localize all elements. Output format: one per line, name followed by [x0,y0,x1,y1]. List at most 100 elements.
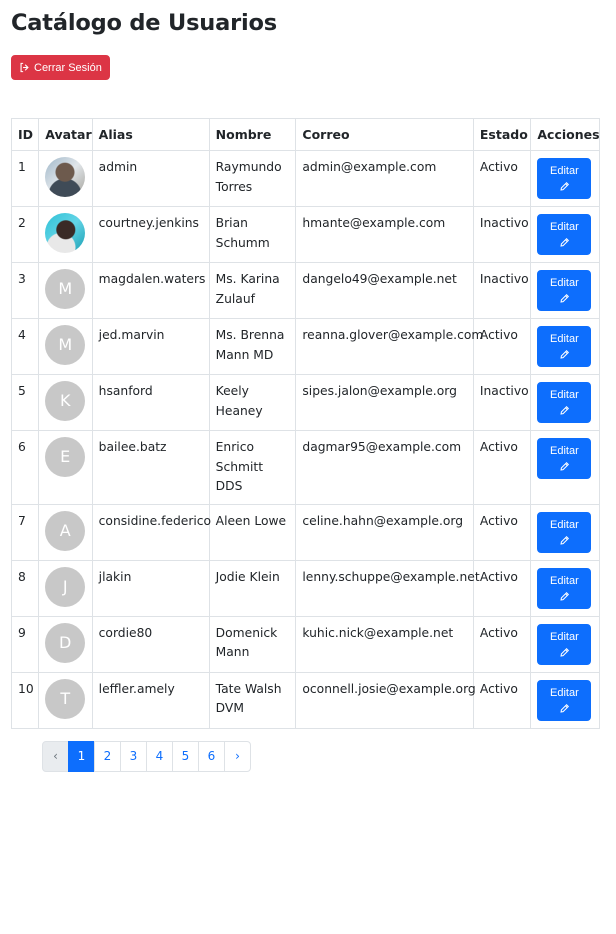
cell-id: 8 [10,559,40,617]
cell-avatar: M [38,318,93,375]
cell-email: celine.hahn@example.org [295,503,474,561]
cell-avatar: K [38,374,93,431]
sign-out-icon [20,62,29,73]
cell-status: Activo [472,615,532,673]
cell-actions: Editar [530,374,600,431]
table-row: 9 Dcordie80 Domenick Mann kuhic.nick@exampl… [10,615,600,673]
cell-name: Ms. Brenna Mann MD [208,318,297,375]
cell-email: hmante@example.com [295,206,474,263]
edit-button[interactable]: Editar [537,567,592,609]
pagination-prev[interactable]: ‹ [42,740,69,772]
avatar: E [45,437,86,477]
cell-status: Activo [472,150,532,207]
cell-avatar: A [38,503,93,561]
cell-actions: Editar [530,150,600,207]
avatar: M [45,269,86,309]
edit-button[interactable]: Editar [537,270,592,311]
cell-actions: Editar [530,559,600,617]
cell-status: Activo [472,503,532,561]
cell-actions: Editar [530,430,600,505]
cell-avatar [38,206,93,263]
cell-actions: Editar [530,318,600,375]
cell-name: Jodie Klein [208,559,297,617]
edit-button[interactable]: Editar [537,438,592,479]
edit-button-label: Editar [550,686,579,699]
pencil-icon [560,349,569,359]
cell-alias: leffler.amely [91,671,210,729]
cell-status: Activo [472,318,532,375]
cell-alias: hsanford [91,374,210,431]
cell-status: Inactivo [472,262,532,319]
edit-button-label: Editar [550,333,579,345]
table-row: 5 Khsanford Keely Heaney sipes.jalon@exampl… [10,374,600,431]
logout-button-label: Cerrar Sesión [34,61,102,74]
edit-button[interactable]: Editar [537,623,592,665]
edit-button[interactable]: Editar [537,382,592,423]
cell-avatar: T [38,671,93,729]
pagination-page-1[interactable]: 1 [68,740,95,772]
edit-button[interactable]: Editar [537,679,592,721]
table-row: 8 Jjlakin Jodie Klein lenny.schuppe@example… [10,559,600,617]
cell-alias: considine.federico [91,503,211,561]
edit-button[interactable]: Editar [537,158,592,199]
pencil-icon [560,461,569,471]
edit-button-label: Editar [550,518,579,531]
pagination-next[interactable]: › [224,740,251,772]
pagination-page-6[interactable]: 6 [198,740,225,772]
logout-button[interactable]: Cerrar Sesión [11,55,110,80]
cell-avatar: E [38,430,93,505]
cell-id: 4 [10,318,40,375]
cell-id: 5 [10,374,40,431]
edit-button-label: Editar [550,277,579,289]
cell-alias: jed.marvin [91,318,210,375]
edit-button-label: Editar [550,389,579,401]
cell-email: lenny.schuppe@example.net [295,559,480,617]
avatar: T [45,678,86,719]
cell-email: reanna.glover@example.com [295,318,483,375]
cell-status: Activo [472,430,532,505]
users-table: ID Avatar Alias Nombre Correo Estado Acc… [10,118,600,729]
avatar: J [45,566,86,607]
cell-id: 2 [10,206,40,263]
cell-avatar [38,150,93,207]
edit-button-label: Editar [550,630,579,643]
header-status: Estado [472,118,532,151]
pencil-icon [560,237,569,247]
cell-status: Inactivo [472,374,532,431]
cell-actions: Editar [530,206,600,263]
cell-avatar: J [38,559,93,617]
table-header-row: ID Avatar Alias Nombre Correo Estado Acc… [10,118,600,151]
cell-avatar: D [38,615,93,673]
cell-id: 3 [10,262,40,319]
pencil-icon [560,535,569,545]
edit-button[interactable]: Editar [537,511,592,553]
pagination-page-4[interactable]: 4 [146,740,173,772]
cell-name: Enrico Schmitt DDS [208,430,297,505]
avatar: A [45,510,86,551]
cell-alias: admin [91,150,210,207]
pencil-icon [560,647,569,657]
header-actions: Acciones [530,118,600,151]
edit-button-label: Editar [550,574,579,587]
pencil-icon [560,293,569,303]
edit-button[interactable]: Editar [537,214,592,255]
cell-actions: Editar [530,262,600,319]
cell-alias: jlakin [91,559,210,617]
pagination-page-5[interactable]: 5 [172,740,199,772]
pagination: ‹ 1 2 3 4 5 6 › [42,740,600,772]
pencil-icon [560,591,569,601]
table-row: 10 Tleffler.amely Tate Walsh DVM oconnell.j… [10,671,600,729]
cell-status: Activo [472,671,532,729]
pagination-page-2[interactable]: 2 [94,740,121,772]
cell-actions: Editar [530,615,600,673]
page-title: Catálogo de Usuarios [11,10,277,36]
cell-alias: bailee.batz [91,430,210,505]
table-row: 3 Mmagdalen.waters Ms. Karina Zulauf dangel… [10,262,600,319]
pencil-icon [560,405,569,415]
pagination-page-3[interactable]: 3 [120,740,147,772]
pencil-icon [560,181,569,191]
header-avatar: Avatar [38,118,93,151]
edit-button[interactable]: Editar [537,326,592,367]
cell-name: Brian Schumm [208,206,297,263]
avatar: K [45,381,86,421]
